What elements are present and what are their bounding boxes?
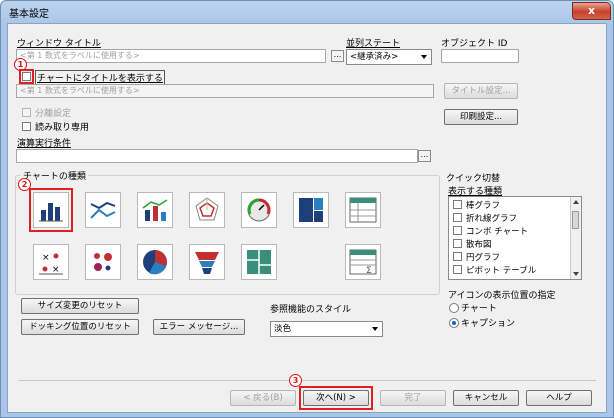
highlight-box-bar-chart (29, 188, 73, 232)
straight-table-icon[interactable]: Σ (345, 244, 381, 280)
state-select[interactable]: <継承済み> (346, 49, 432, 65)
error-message-button[interactable]: エラー メッセージ... (153, 319, 245, 335)
object-id-label: オブジェクト ID (441, 39, 508, 49)
state-label: 並列ステート (346, 39, 401, 49)
ref-style-value: 淡色 (274, 324, 292, 334)
radio-caption[interactable] (449, 318, 459, 328)
chevron-down-icon (421, 55, 427, 59)
block-chart-icon[interactable] (293, 192, 329, 228)
icon-position-label: アイコンの表示位置の指定 (448, 291, 556, 301)
dialog-window: 基本設定 x ウィンドウ タイトル <第 1 数式をラベルに使用する> ... … (0, 0, 614, 418)
quick-change-checkbox[interactable] (453, 213, 462, 222)
ref-style-select[interactable]: 淡色 (270, 321, 383, 337)
scatter-chart-icon[interactable]: × × (33, 244, 69, 280)
calc-condition-more-button[interactable]: ... (418, 150, 431, 162)
quick-change-list[interactable]: 棒グラフ 折れ線グラフ コンボ チャート 散布図 円グラフ ピボット テーブル (448, 196, 582, 280)
title-settings-button[interactable]: タイトル設定... (444, 83, 518, 99)
scroll-down-icon[interactable] (573, 272, 579, 276)
readonly-checkbox[interactable] (22, 122, 31, 131)
finish-button[interactable]: 完了 (380, 390, 446, 406)
close-button[interactable]: x (572, 2, 611, 20)
cancel-button[interactable]: キャンセル (453, 390, 519, 406)
highlight-box-next (299, 386, 373, 410)
reset-size-button[interactable]: サイズ変更のリセット (21, 298, 139, 314)
chart-types-label: チャートの種類 (21, 169, 88, 182)
svg-text:×: × (42, 253, 50, 263)
detached-checkbox[interactable] (22, 108, 31, 117)
mekko-chart-icon[interactable] (241, 244, 277, 280)
radio-chart-label: チャート (461, 304, 497, 314)
window-title-more-button[interactable]: ... (331, 50, 344, 62)
grid-chart-icon[interactable] (85, 244, 121, 280)
scroll-up-icon[interactable] (573, 200, 579, 204)
back-button[interactable]: < 戻る(B) (230, 390, 296, 406)
quick-change-checkbox[interactable] (453, 226, 462, 235)
gauge-chart-icon[interactable] (241, 192, 277, 228)
detached-label: 分離設定 (35, 109, 72, 119)
calc-condition-label: 演算実行条件 (17, 139, 72, 149)
quick-change-checkbox[interactable] (453, 252, 462, 261)
funnel-chart-icon[interactable] (189, 244, 225, 280)
help-button[interactable]: ヘルプ (526, 390, 592, 406)
print-settings-button[interactable]: 印刷設定... (444, 109, 518, 125)
scroll-thumb[interactable] (572, 211, 579, 229)
quick-change-label: クイック切替 (446, 174, 501, 184)
dialog-body: ウィンドウ タイトル <第 1 数式をラベルに使用する> ... 並列ステート … (7, 23, 607, 413)
chart-title-checkbox-label[interactable]: チャートにタイトルを表示する (35, 70, 165, 85)
combo-chart-icon[interactable] (137, 192, 173, 228)
chevron-down-icon (372, 327, 378, 331)
list-scrollbar[interactable] (570, 197, 581, 279)
footer-divider (18, 380, 596, 381)
ref-style-label: 参照機能のスタイル (270, 305, 352, 315)
object-id-input[interactable] (441, 49, 519, 63)
pie-chart-icon[interactable] (137, 244, 173, 280)
quick-change-checkbox[interactable] (453, 265, 462, 274)
annotation-3: 3 (289, 374, 302, 387)
chart-title-input[interactable]: <第 1 数式をラベルに使用する> (16, 84, 434, 98)
calc-condition-input[interactable] (16, 149, 418, 163)
radar-chart-icon[interactable] (189, 192, 225, 228)
pivot-table-icon[interactable] (345, 192, 381, 228)
window-title-label: ウィンドウ タイトル (17, 39, 101, 49)
window-title-input[interactable]: <第 1 数式をラベルに使用する> (16, 49, 326, 63)
state-value: <継承済み> (350, 52, 399, 62)
highlight-box-checkbox (19, 69, 34, 84)
quick-change-checkbox[interactable] (453, 239, 462, 248)
svg-text:Σ: Σ (366, 266, 372, 276)
radio-chart[interactable] (449, 303, 459, 313)
readonly-label: 読み取り専用 (35, 123, 90, 133)
window-title: 基本設定 (9, 9, 49, 20)
quick-change-checkbox[interactable] (453, 200, 462, 209)
line-chart-icon[interactable] (85, 192, 121, 228)
title-bar: 基本設定 x (1, 1, 613, 23)
reset-dock-button[interactable]: ドッキング位置のリセット (21, 319, 139, 335)
radio-caption-label: キャプション (461, 319, 516, 329)
